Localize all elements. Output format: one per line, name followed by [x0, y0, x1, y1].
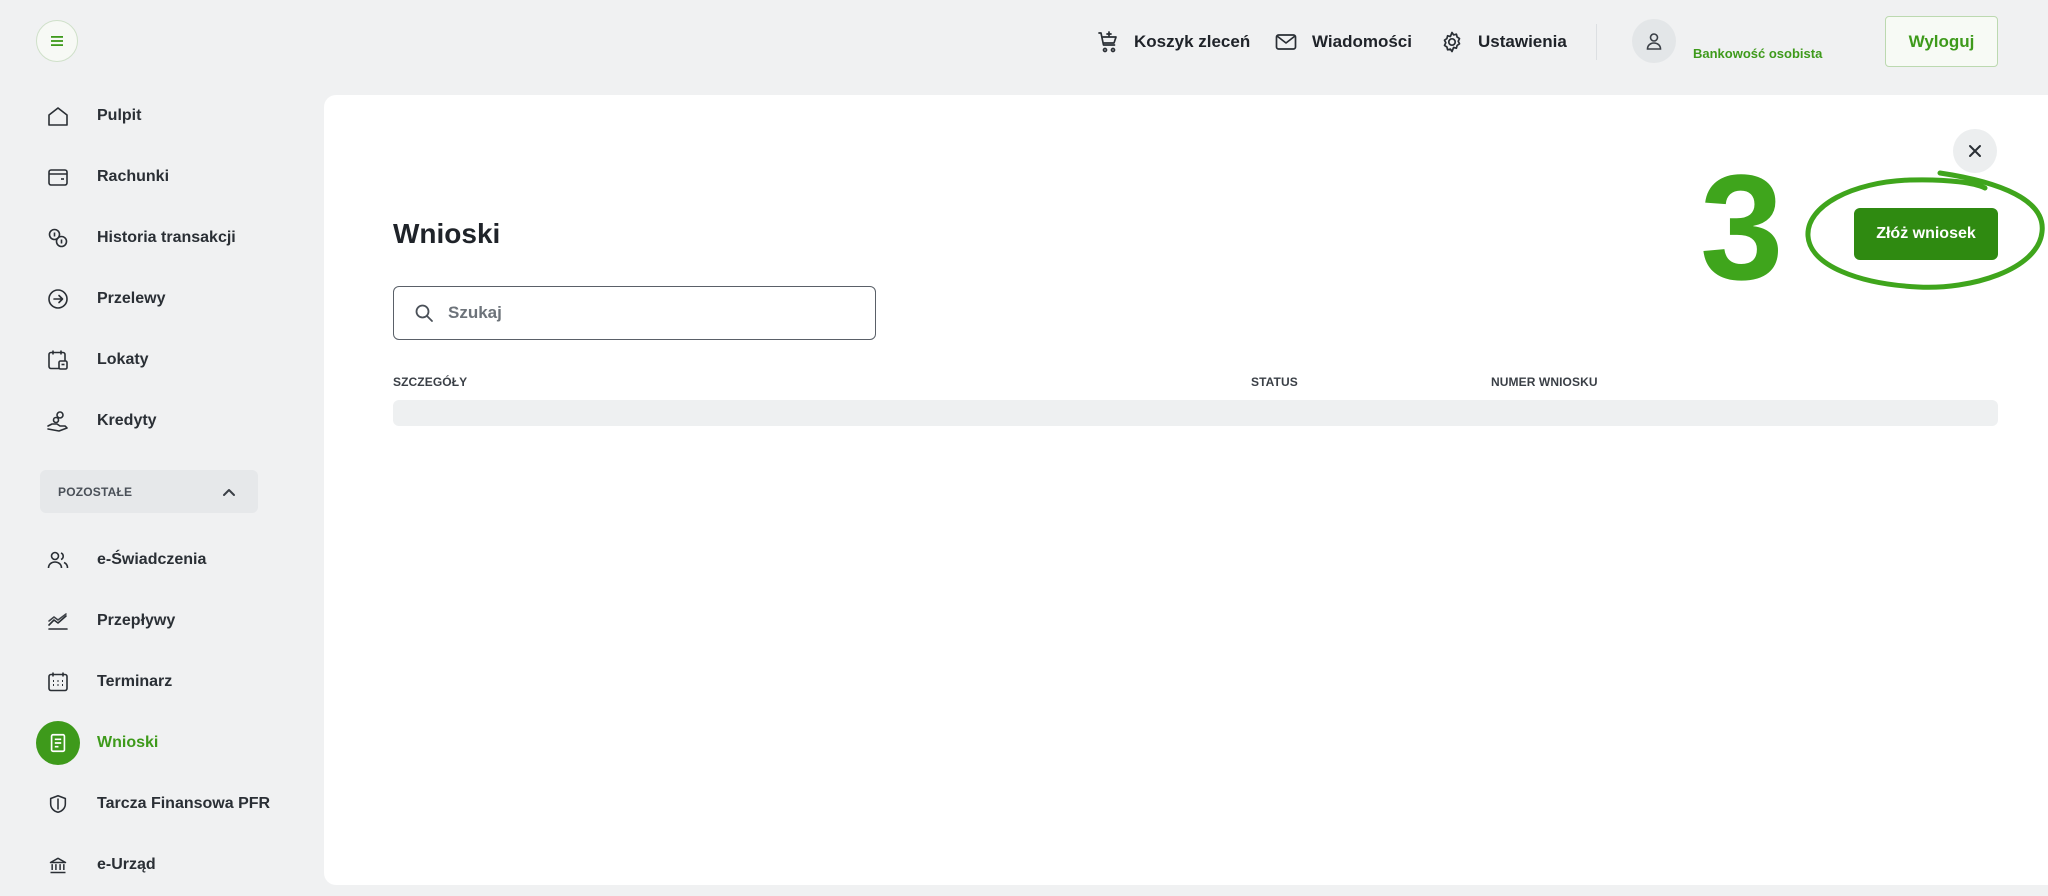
sidebar-item-pulpit[interactable]: Pulpit	[36, 94, 141, 138]
annotation-step-number: 3	[1700, 143, 1784, 311]
sidebar-item-tarcza[interactable]: Tarcza Finansowa PFR	[36, 782, 270, 826]
column-header-number[interactable]: NUMER WNIOSKU	[1491, 375, 1598, 389]
search-icon	[415, 304, 433, 322]
sidebar-item-label: Przepływy	[97, 612, 176, 629]
section-label: POZOSTAŁE	[58, 484, 133, 499]
sidebar-item-wnioski[interactable]: Wnioski	[36, 721, 158, 765]
logout-button[interactable]: Wyloguj	[1885, 16, 1998, 67]
sidebar-item-przeplywy[interactable]: Przepływy	[36, 599, 175, 643]
search-box[interactable]	[393, 286, 876, 340]
hamburger-icon	[51, 36, 63, 46]
sidebar-item-label: Terminarz	[97, 673, 173, 690]
sidebar-item-label: Przelewy	[97, 290, 166, 307]
sidebar-item-label: Historia transakcji	[97, 229, 236, 246]
home-icon	[36, 94, 80, 138]
sidebar-item-label: Rachunki	[97, 168, 170, 185]
page-title: Wnioski	[393, 218, 501, 249]
calendar-deposit-icon	[36, 338, 80, 382]
sidebar-item-label: e-Świadczenia	[97, 551, 207, 568]
cart-icon	[1098, 31, 1117, 53]
document-icon	[36, 721, 80, 765]
sidebar-item-historia[interactable]: Historia transakcji	[36, 216, 236, 260]
section-toggle-pozostale[interactable]: POZOSTAŁE	[40, 470, 258, 513]
column-header-status[interactable]: STATUS	[1251, 375, 1298, 389]
sidebar-item-rachunki[interactable]: Rachunki	[36, 155, 169, 199]
sidebar-item-label: Pulpit	[97, 107, 142, 124]
arrow-circle-icon	[36, 277, 80, 321]
envelope-icon	[1275, 34, 1297, 50]
sidebar-item-lokaty[interactable]: Lokaty	[36, 338, 149, 382]
calendar-icon	[36, 660, 80, 704]
submit-application-button[interactable]: Złóż wniosek	[1854, 208, 1998, 260]
shield-icon	[36, 782, 80, 826]
chevron-up-icon	[223, 488, 235, 496]
sidebar-item-terminarz[interactable]: Terminarz	[36, 660, 172, 704]
sidebar-item-label: Wnioski	[97, 734, 159, 751]
sidebar-item-label: Kredyty	[97, 412, 157, 429]
chart-line-icon	[36, 599, 80, 643]
government-icon	[36, 843, 80, 887]
header-divider	[1596, 24, 1597, 60]
column-header-details[interactable]: SZCZEGÓŁY	[393, 375, 467, 389]
messages-label: Wiadomości	[1312, 32, 1412, 51]
wallet-icon	[36, 155, 80, 199]
profile-label: Bankowość osobista	[1693, 46, 1823, 61]
sidebar-item-przelewy[interactable]: Przelewy	[36, 277, 165, 321]
loading-row-placeholder	[393, 400, 1998, 426]
menu-button[interactable]	[36, 20, 78, 62]
cart-link[interactable]: Koszyk zleceń	[1096, 0, 1250, 84]
coins-icon	[36, 216, 80, 260]
sidebar-item-e-swiadczenia[interactable]: e-Świadczenia	[36, 538, 206, 582]
settings-link[interactable]: Ustawienia	[1440, 0, 1567, 84]
sidebar-item-label: Lokaty	[97, 351, 149, 368]
close-button[interactable]	[1953, 129, 1997, 173]
search-input[interactable]	[448, 303, 828, 323]
gear-icon	[1443, 31, 1461, 53]
user-icon	[1646, 33, 1662, 50]
avatar[interactable]	[1632, 19, 1676, 63]
cart-label: Koszyk zleceń	[1134, 32, 1251, 51]
sidebar-item-label: e-Urząd	[97, 856, 156, 873]
sidebar-item-label: Tarcza Finansowa PFR	[97, 795, 271, 812]
messages-link[interactable]: Wiadomości	[1274, 0, 1412, 84]
settings-label: Ustawienia	[1478, 32, 1567, 51]
hand-coins-icon	[36, 399, 80, 443]
sidebar-item-kredyty[interactable]: Kredyty	[36, 399, 157, 443]
sidebar-item-e-urzad[interactable]: e-Urząd	[36, 843, 156, 887]
close-icon	[1969, 145, 1981, 157]
main-panel	[324, 95, 2048, 885]
users-icon	[36, 538, 80, 582]
